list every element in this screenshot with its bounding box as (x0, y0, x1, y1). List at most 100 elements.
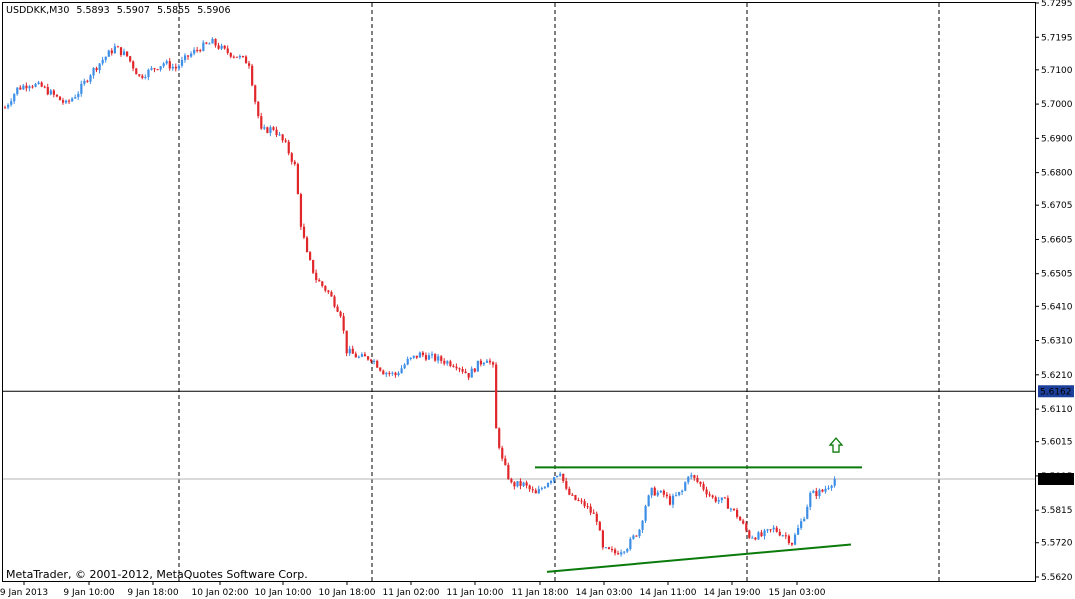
candle-body (806, 506, 809, 519)
open-value: 5.5893 (76, 5, 109, 16)
candle-body (31, 86, 34, 88)
candle-body (690, 475, 693, 477)
candle-body (534, 490, 537, 494)
candle-body (327, 290, 330, 293)
candle-body (513, 482, 516, 487)
candle-body (781, 535, 784, 537)
candle-body (641, 520, 644, 530)
candle-body (714, 497, 717, 502)
candle-body (726, 498, 730, 509)
candle-body (266, 127, 269, 133)
candle-body (766, 529, 769, 531)
y-tick-label: 5.6410 (1041, 302, 1073, 312)
y-tick-label: 5.6110 (1041, 405, 1073, 415)
candle-body (720, 497, 723, 501)
candle-body (98, 63, 101, 71)
candle-body (449, 361, 452, 366)
candle-body (251, 65, 254, 86)
candle-body (7, 104, 10, 108)
candle-body (315, 272, 318, 281)
y-tick-label: 5.7100 (1041, 66, 1073, 76)
candle-body (55, 94, 59, 97)
candle-body (629, 538, 632, 550)
candle-body (470, 368, 473, 378)
candle-body (812, 491, 815, 493)
candle-body (46, 87, 49, 95)
candle-body (144, 76, 147, 78)
candle-body (620, 552, 623, 555)
candle-body (174, 66, 177, 69)
price-axis: 5.7295 5.7195 5.7100 5.7000 5.6900 5.6800 5.67… (1035, 0, 1073, 583)
candle-body (126, 51, 129, 57)
candle-body (424, 355, 428, 360)
candle-body (376, 360, 379, 368)
x-tick-label: 9 Jan 10:00 (63, 588, 115, 598)
y-tick-label: 5.7195 (1041, 33, 1073, 43)
candle-body (583, 501, 586, 507)
candle-body (568, 488, 571, 495)
candle-body (589, 506, 592, 513)
candle-body (241, 56, 245, 58)
candle-body (748, 530, 751, 538)
candle-body (193, 49, 196, 54)
candle-body (668, 496, 672, 505)
candle-body (34, 83, 37, 87)
candle-body (61, 100, 65, 103)
candle-body (431, 354, 434, 356)
x-tick-label: 9 Jan 2013 (0, 588, 48, 598)
candle-body (101, 59, 104, 64)
candle-body (330, 292, 333, 297)
candle-body (13, 94, 16, 102)
candle-body (122, 51, 126, 55)
candle-body (272, 127, 275, 130)
candle-body (485, 360, 489, 363)
candle-body (610, 549, 614, 551)
candle-body (687, 476, 690, 483)
candle-body (348, 348, 351, 354)
candle-body (458, 368, 461, 370)
candle-body (312, 259, 315, 273)
candle-body (824, 488, 827, 492)
candle-body (729, 508, 733, 510)
candle-body (49, 90, 52, 95)
candle-body (244, 56, 248, 64)
candle-body (467, 373, 470, 378)
y-tick-label: 5.6505 (1041, 270, 1073, 280)
candle-body (440, 356, 443, 361)
candle-body (434, 354, 437, 361)
candle-body (43, 86, 46, 88)
candle-body (553, 477, 556, 481)
candle-body (366, 356, 370, 360)
candle-body (220, 45, 223, 49)
candle-body (22, 85, 25, 90)
candle-body (104, 56, 107, 60)
candle-body (739, 516, 742, 521)
candle-body (586, 506, 589, 508)
candle-body (531, 489, 534, 491)
candle-body (302, 226, 306, 238)
candle-body (495, 364, 498, 429)
candle-body (28, 86, 31, 89)
candle-body (510, 478, 513, 483)
candle-body (238, 56, 242, 58)
candle-body (699, 481, 702, 484)
candle-body (199, 50, 202, 52)
candle-body (537, 489, 540, 494)
candle-body (10, 101, 13, 105)
candle-body (248, 63, 251, 66)
candle-body (363, 354, 367, 357)
candle-body (522, 482, 525, 486)
candle-body (736, 509, 739, 517)
candle-body (446, 361, 449, 364)
candle-body (751, 537, 754, 539)
candle-body (833, 479, 836, 486)
price-chart[interactable]: 5.6162 5.5906 5.7295 5.7195 5.7100 5.7000 5.6… (0, 0, 1075, 599)
candle-body (403, 364, 406, 369)
candle-body (601, 530, 604, 548)
y-tick-label: 5.6015 (1041, 438, 1073, 448)
candle-body (263, 127, 266, 129)
candle-body (711, 495, 714, 498)
candle-body (135, 68, 138, 75)
candle-body (150, 68, 153, 70)
candle-body (678, 491, 681, 496)
